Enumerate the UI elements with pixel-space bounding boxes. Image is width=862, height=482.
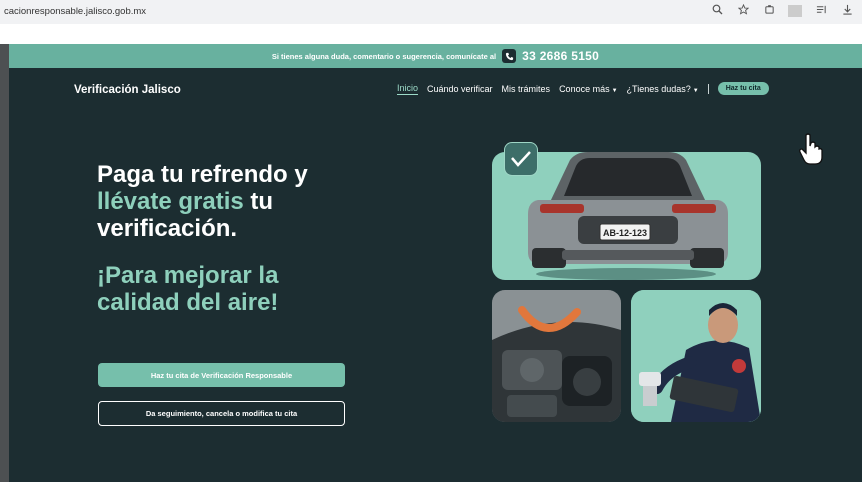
haz-tu-cita-button[interactable]: Haz tu cita (717, 82, 769, 95)
chevron-down-icon: ▼ (692, 87, 699, 94)
website-page: Si tienes alguna duda, comentario o suge… (9, 44, 862, 482)
browser-spacer (0, 24, 862, 44)
bookmark-star-icon[interactable] (736, 3, 750, 18)
hero-headline: Paga tu refrendo y llévate gratis tu ver… (97, 161, 367, 242)
site-logo[interactable]: Verificación Jalisco (74, 84, 181, 96)
contact-banner: Si tienes alguna duda, comentario o suge… (9, 44, 862, 68)
technician-image (631, 290, 761, 422)
manage-appointment-button[interactable]: Da seguimiento, cancela o modifica tu ci… (98, 401, 345, 426)
main-nav: Inicio Cuándo verificar Mis trámites Con… (397, 82, 769, 95)
download-icon[interactable] (840, 4, 854, 18)
hero-title-line3: verificación. (97, 215, 238, 242)
schedule-appointment-button[interactable]: Haz tu cita de Verificación Responsable (98, 363, 345, 387)
hero-title-line2: tu (243, 188, 274, 215)
browser-toolbar: cacionresponsable.jalisco.gob.mx (0, 0, 862, 24)
nav-item-conoce-mas-label: Conoce más (559, 83, 610, 94)
reading-list-icon[interactable] (814, 4, 828, 18)
phone-icon (502, 49, 517, 63)
nav-item-tienes-dudas-label: ¿Tienes dudas? (626, 83, 691, 94)
browser-actions (710, 3, 854, 18)
nav-item-mis-tramites[interactable]: Mis trámites (502, 84, 551, 94)
nav-item-tienes-dudas[interactable]: ¿Tienes dudas? ▼ (627, 84, 699, 94)
zoom-icon[interactable] (710, 4, 724, 18)
address-bar[interactable]: cacionresponsable.jalisco.gob.mx (4, 6, 146, 17)
hero-subtitle: ¡Para mejorar la calidad del aire! (97, 262, 279, 316)
hand-cursor-icon (798, 133, 824, 170)
contact-banner-text: Si tienes alguna duda, comentario o suge… (271, 51, 497, 61)
toolbar-divider (788, 5, 802, 17)
engine-image (492, 290, 621, 422)
hero-title-accent: llévate gratis (97, 188, 244, 215)
chevron-down-icon: ▼ (611, 87, 618, 94)
check-badge-icon (504, 142, 538, 176)
license-plate: AB-12-123 (603, 228, 647, 238)
nav-item-cuando-verificar[interactable]: Cuándo verificar (427, 84, 493, 94)
extensions-icon[interactable] (762, 4, 776, 18)
nav-item-inicio[interactable]: Inicio (397, 83, 419, 95)
hero-title-line1: Paga tu refrendo y (97, 161, 308, 188)
hero-title: Paga tu refrendo y llévate gratis tu ver… (97, 161, 367, 242)
nav-divider (707, 83, 709, 94)
nav-item-conoce-mas[interactable]: Conoce más ▼ (559, 84, 617, 94)
contact-phone-number[interactable]: 33 2686 5150 (522, 49, 599, 63)
